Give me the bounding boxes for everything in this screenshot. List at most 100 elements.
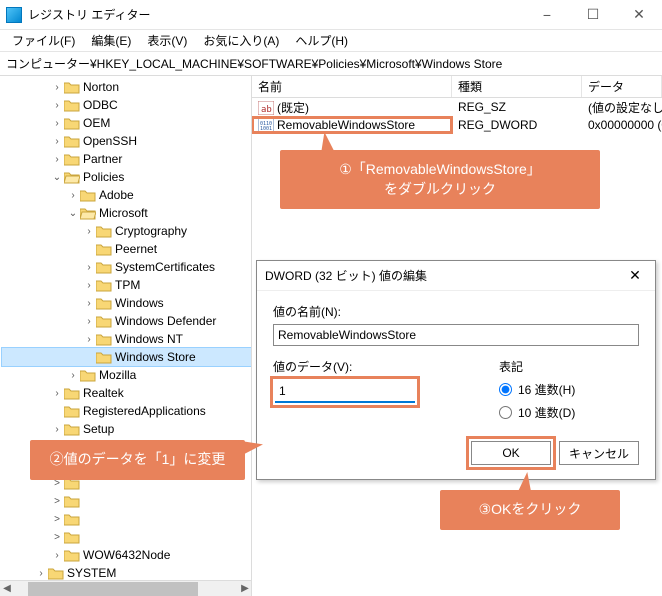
tree-node-windowsdefender[interactable]: › Windows Defender: [2, 312, 251, 330]
menu-favorites[interactable]: お気に入り(A): [195, 30, 287, 51]
tree-label: Peernet: [115, 242, 157, 256]
radix-dec-option[interactable]: 10 進数(D): [499, 404, 639, 421]
dialog-title: DWORD (32 ビット) 値の編集: [265, 267, 623, 284]
value-row[interactable]: ab(既定)REG_SZ(値の設定なし): [252, 98, 662, 116]
toggler-icon[interactable]: ›: [50, 100, 64, 111]
window-title: レジストリ エディター: [28, 6, 524, 23]
tree-node-realtek[interactable]: ›Realtek: [2, 384, 251, 402]
toggler-icon[interactable]: ›: [82, 334, 96, 345]
radix-hex-option[interactable]: 16 進数(H): [499, 381, 639, 398]
value-name-cell: 01101001RemovableWindowsStore: [252, 117, 452, 134]
tree-node-systemcertificates[interactable]: ›SystemCertificates: [2, 258, 251, 276]
toggler-icon[interactable]: ›: [50, 388, 64, 399]
toggler-icon[interactable]: ›: [50, 154, 64, 165]
tree-label: Windows Defender: [115, 314, 216, 328]
tree-node-cryptography[interactable]: ›Cryptography: [2, 222, 251, 240]
radix-hex-radio[interactable]: [499, 383, 512, 396]
toggler-icon[interactable]: ›: [50, 424, 64, 435]
tree-node-setup[interactable]: ›Setup: [2, 420, 251, 438]
tree-node-registeredapplications[interactable]: RegisteredApplications: [2, 402, 251, 420]
dialog-close-button[interactable]: ✕: [623, 267, 647, 284]
value-row[interactable]: 01101001RemovableWindowsStoreREG_DWORD0x…: [252, 116, 662, 134]
toggler-icon[interactable]: ⌄: [66, 208, 80, 219]
toggler-icon[interactable]: ›: [66, 370, 80, 381]
maximize-button[interactable]: ☐: [570, 0, 616, 30]
menu-edit[interactable]: 編集(E): [83, 30, 139, 51]
tree-node-windowsnt[interactable]: ›Windows NT: [2, 330, 251, 348]
tree-pane[interactable]: ›Norton›ODBC›OEM›OpenSSH›Partner⌄Policie…: [0, 76, 252, 596]
close-button[interactable]: ✕: [616, 0, 662, 30]
toggler-icon[interactable]: ›: [82, 262, 96, 273]
callout-2-text: ②値のデータを「1」に変更: [50, 451, 226, 467]
column-type[interactable]: 種類: [452, 76, 582, 97]
folder-icon: [96, 225, 112, 238]
toggler-icon[interactable]: ›: [50, 118, 64, 129]
tree-label: Adobe: [99, 188, 134, 202]
tree-label: Microsoft: [99, 206, 148, 220]
tree-label: OEM: [83, 116, 110, 130]
address-bar[interactable]: コンピューター¥HKEY_LOCAL_MACHINE¥SOFTWARE¥Poli…: [0, 52, 662, 76]
folder-icon: [96, 261, 112, 274]
list-body: ab(既定)REG_SZ(値の設定なし)01101001RemovableWin…: [252, 98, 662, 134]
toggler-icon[interactable]: ›: [82, 226, 96, 237]
radix-group: 表記 16 進数(H) 10 進数(D): [499, 358, 639, 427]
tree-node-windowsstore[interactable]: Windows Store: [2, 348, 251, 366]
tree-label: SYSTEM: [67, 566, 116, 580]
toggler-icon[interactable]: ›: [34, 568, 48, 579]
toggler-icon[interactable]: ›: [50, 550, 64, 561]
cancel-button[interactable]: キャンセル: [559, 441, 639, 465]
tree-node-norton[interactable]: ›Norton: [2, 78, 251, 96]
radix-dec-radio[interactable]: [499, 406, 512, 419]
minimize-button[interactable]: −: [524, 0, 570, 30]
callout-2: ②値のデータを「1」に変更: [30, 440, 245, 480]
menu-help[interactable]: ヘルプ(H): [287, 30, 356, 51]
address-text: コンピューター¥HKEY_LOCAL_MACHINE¥SOFTWARE¥Poli…: [6, 55, 502, 72]
value-name-cell: ab(既定): [252, 98, 452, 117]
folder-icon: [64, 171, 80, 184]
scroll-left-icon[interactable]: ◀: [0, 583, 14, 594]
toggler-icon[interactable]: ⌄: [50, 172, 64, 183]
tree-node-microsoft[interactable]: ⌄ Microsoft: [2, 204, 251, 222]
tree-node-adobe[interactable]: › Adobe: [2, 186, 251, 204]
folder-icon: [64, 387, 80, 400]
tree-node-oem[interactable]: › OEM: [2, 114, 251, 132]
folder-icon: [64, 423, 80, 436]
horizontal-scrollbar[interactable]: ◀ ▶: [0, 580, 252, 596]
tree-node-mozilla[interactable]: › Mozilla: [2, 366, 251, 384]
toggler-icon[interactable]: ›: [82, 280, 96, 291]
value-name-input[interactable]: [273, 324, 639, 346]
value-data-input[interactable]: [275, 381, 415, 403]
toggler-icon[interactable]: ›: [82, 316, 96, 327]
value-name-label: 値の名前(N):: [273, 303, 639, 320]
folder-icon: [64, 549, 80, 562]
value-data-cell: 0x00000000 (0): [582, 117, 662, 133]
tree-node-odbc[interactable]: ›ODBC: [2, 96, 251, 114]
tree-node-policies[interactable]: ⌄Policies: [2, 168, 251, 186]
folder-icon: [80, 189, 96, 202]
tree-label: WOW6432Node: [83, 548, 170, 562]
folder-icon: [64, 405, 80, 418]
folder-icon: [96, 315, 112, 328]
menu-view[interactable]: 表示(V): [139, 30, 195, 51]
tree-node-partner[interactable]: ›Partner: [2, 150, 251, 168]
tree-node-peernet[interactable]: Peernet: [2, 240, 251, 258]
scroll-right-icon[interactable]: ▶: [238, 583, 252, 594]
scroll-thumb[interactable]: [28, 582, 198, 596]
tree-node-wow6432[interactable]: › WOW6432Node: [2, 546, 251, 564]
menu-file[interactable]: ファイル(F): [4, 30, 83, 51]
svg-text:ab: ab: [261, 105, 272, 115]
toggler-icon[interactable]: ›: [82, 298, 96, 309]
toggler-icon[interactable]: ›: [66, 190, 80, 201]
callout-3-text: ③OKをクリック: [479, 501, 582, 517]
value-data-cell: (値の設定なし): [582, 98, 662, 117]
tree-node-openssh[interactable]: ›OpenSSH: [2, 132, 251, 150]
column-data[interactable]: データ: [582, 76, 662, 97]
tree-node-tpm[interactable]: ›TPM: [2, 276, 251, 294]
tree-label: Mozilla: [99, 368, 136, 382]
column-name[interactable]: 名前: [252, 76, 452, 97]
toggler-icon[interactable]: ›: [50, 136, 64, 147]
ok-button[interactable]: OK: [471, 441, 551, 465]
toggler-icon[interactable]: ›: [50, 82, 64, 93]
tree-node-windows[interactable]: ›Windows: [2, 294, 251, 312]
radix-label: 表記: [499, 358, 639, 375]
